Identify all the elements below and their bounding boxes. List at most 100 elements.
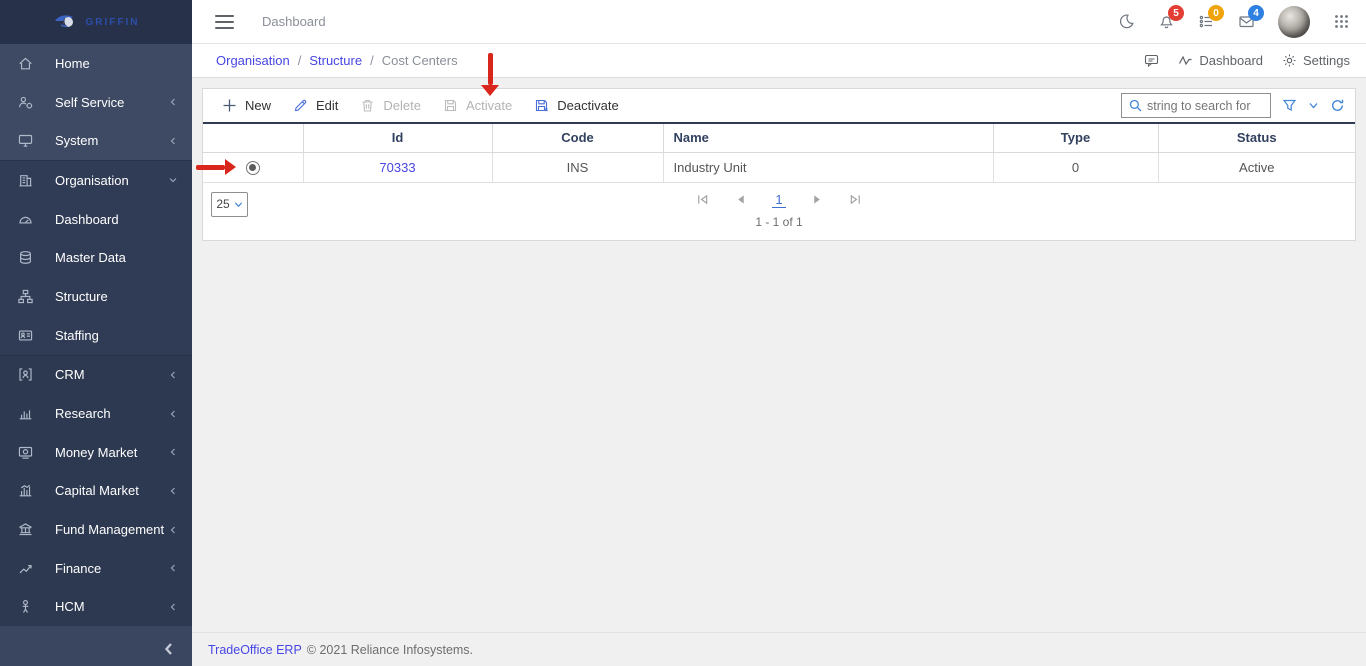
sidebar-item-money-market[interactable]: Money Market <box>0 433 192 472</box>
sidebar-item-label: Organisation <box>55 172 129 188</box>
pencil-icon <box>294 99 307 112</box>
filter-funnel-icon[interactable] <box>1282 98 1297 113</box>
chevron-left-icon <box>168 97 178 107</box>
footer-brand-link[interactable]: TradeOffice ERP <box>208 643 302 657</box>
filter-chevron-down-icon[interactable] <box>1308 100 1319 111</box>
deactivate-button[interactable]: Deactivate <box>523 89 629 122</box>
bell-badge: 5 <box>1168 5 1184 21</box>
user-avatar[interactable] <box>1278 5 1310 38</box>
topbar: Dashboard 5 0 4 <box>192 0 1366 44</box>
toolbar-search-group <box>1121 93 1347 118</box>
sidebar-item-staffing[interactable]: Staffing <box>0 316 192 355</box>
sidebar-item-label: Finance <box>55 560 102 576</box>
sidebar-item-label: System <box>55 133 99 149</box>
sidebar-item-capital-market[interactable]: Capital Market <box>0 472 192 511</box>
structure-icon <box>17 288 34 305</box>
comment-icon[interactable] <box>1144 53 1159 68</box>
settings-link[interactable]: Settings <box>1282 53 1350 68</box>
sidebar-item-research[interactable]: Research <box>0 394 192 433</box>
sidebar-item-crm[interactable]: CRM <box>0 356 192 395</box>
hamburger-menu-icon[interactable] <box>215 14 234 29</box>
tasks-list-icon[interactable]: 0 <box>1198 5 1224 30</box>
sidebar-item-finance[interactable]: Finance <box>0 549 192 588</box>
staffing-icon <box>17 327 34 344</box>
sidebar-item-label: Self Service <box>55 94 125 110</box>
logo: GRIFFIN <box>0 0 192 44</box>
column-header-select[interactable] <box>203 123 304 153</box>
refresh-icon[interactable] <box>1330 98 1345 113</box>
dashboard-link[interactable]: Dashboard <box>1178 53 1263 68</box>
search-input[interactable] <box>1147 98 1263 113</box>
sidebar-item-label: Master Data <box>55 250 126 266</box>
tasks-badge: 0 <box>1208 5 1224 21</box>
sidebar-item-hcm[interactable]: HCM <box>0 588 192 627</box>
trash-icon <box>362 99 373 112</box>
sidebar-item-label: Capital Market <box>55 483 139 499</box>
sidebar-item-label: HCM <box>55 599 85 615</box>
table-row[interactable]: 70333 INS Industry Unit 0 Active <box>203 152 1355 183</box>
breadcrumb-structure[interactable]: Structure <box>309 53 362 68</box>
last-page-icon[interactable] <box>849 193 862 206</box>
gear-icon <box>1283 54 1296 67</box>
previous-page-icon[interactable] <box>734 193 747 206</box>
red-arrow-down-annotation <box>481 53 499 96</box>
sidebar-item-structure[interactable]: Structure <box>0 277 192 316</box>
row-radio-selected[interactable] <box>245 160 260 175</box>
column-header-id[interactable]: Id <box>303 123 493 153</box>
page-size-select[interactable]: 25 <box>211 191 248 217</box>
plus-icon <box>223 99 236 112</box>
organisation-icon <box>17 172 34 189</box>
sidebar-group-organisation: Organisation Dashboard Master Data Struc… <box>0 160 192 355</box>
column-header-type[interactable]: Type <box>993 123 1159 153</box>
hcm-icon <box>17 598 34 615</box>
search-box <box>1121 93 1271 118</box>
sidebar-item-dashboard[interactable]: Dashboard <box>0 200 192 239</box>
sidebar-item-self-service[interactable]: Self Service <box>0 83 192 122</box>
sidebar-group-top: Home Self Service System <box>0 44 192 161</box>
next-page-icon[interactable] <box>811 193 824 206</box>
breadcrumb-current: Cost Centers <box>381 53 458 68</box>
row-id-link[interactable]: 70333 <box>379 160 415 175</box>
sidebar-item-label: Staffing <box>55 327 99 343</box>
first-page-icon[interactable] <box>696 193 709 206</box>
sidebar-item-label: Fund Management <box>55 522 165 538</box>
delete-button[interactable]: Delete <box>349 89 432 122</box>
column-header-code[interactable]: Code <box>492 123 664 153</box>
cost-centers-table: Id Code Name Type Status 70333 INS Indus… <box>203 122 1355 183</box>
chevron-down-icon <box>234 201 242 207</box>
sidebar-group-modules: CRM Research Money Market Capital Market <box>0 354 192 627</box>
activate-button[interactable]: Activate <box>432 89 523 122</box>
sidebar-item-fund-management[interactable]: Fund Management <box>0 510 192 549</box>
save-file-icon <box>444 99 457 112</box>
sidebar-collapse-button[interactable] <box>162 642 176 656</box>
current-page-number[interactable]: 1 <box>772 192 786 208</box>
pagination-bar: 25 1 1 - 1 of 1 <box>203 183 1355 240</box>
sidebar-item-label: Home <box>55 55 90 71</box>
sidebar-item-label: Research <box>55 406 111 422</box>
finance-icon <box>17 560 34 577</box>
sidebar-item-system[interactable]: System <box>0 121 192 160</box>
chevron-left-icon <box>168 370 178 380</box>
red-arrow-right-annotation <box>196 159 236 175</box>
row-type-cell: 0 <box>993 152 1159 183</box>
grid-toolbar: New Edit Delete Activate Deactivate stri… <box>203 89 1355 122</box>
mail-envelope-icon[interactable]: 4 <box>1238 5 1264 30</box>
home-icon <box>17 55 34 72</box>
notifications-bell-icon[interactable]: 5 <box>1158 5 1184 30</box>
chevron-left-icon <box>168 136 178 146</box>
column-header-status[interactable]: Status <box>1158 123 1355 153</box>
sidebar-item-home[interactable]: Home <box>0 44 192 83</box>
new-button[interactable]: New <box>211 89 282 122</box>
dark-mode-moon-icon[interactable] <box>1118 13 1135 30</box>
row-code-cell: INS <box>492 152 664 183</box>
column-header-name[interactable]: Name <box>663 123 994 153</box>
apps-grid-icon[interactable] <box>1333 13 1350 30</box>
sidebar-item-organisation[interactable]: Organisation <box>0 161 192 200</box>
edit-button[interactable]: Edit <box>282 89 349 122</box>
sidebar-item-label: Money Market <box>55 444 138 460</box>
sidebar-item-master-data[interactable]: Master Data <box>0 238 192 277</box>
breadcrumb-bar: Organisation / Structure / Cost Centers … <box>192 44 1366 78</box>
sidebar-item-label: Structure <box>55 288 108 304</box>
breadcrumb-organisation[interactable]: Organisation <box>216 53 290 68</box>
page-title: Dashboard <box>262 14 326 29</box>
